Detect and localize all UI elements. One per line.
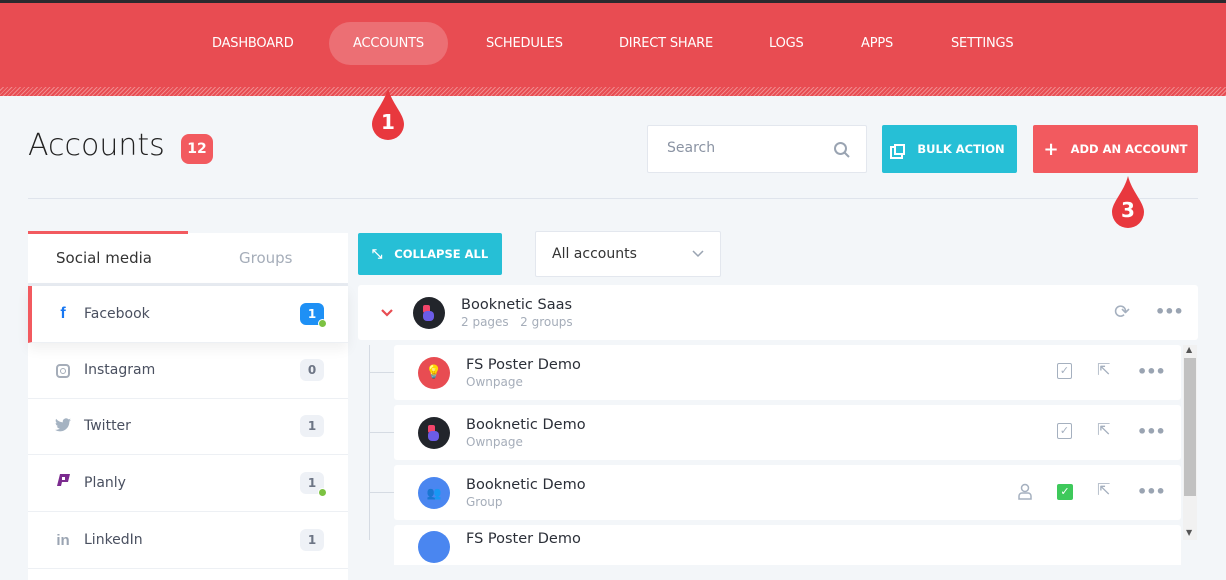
account-row[interactable]: 👥 Booknetic Demo Group ✓ ⇱ ••• [394,465,1181,520]
twitter-icon [50,417,76,436]
sidebar-item-facebook[interactable]: f Facebook 1 [28,286,348,343]
nav-dashboard[interactable]: DASHBOARD [188,22,318,65]
account-type: Group [466,494,503,509]
checkbox-icon[interactable]: ✓ [1057,423,1072,439]
copy-icon [894,143,906,155]
external-link-icon[interactable]: ⇱ [1097,480,1110,499]
account-type: Ownpage [466,434,523,449]
divider [28,198,1198,199]
sidebar-item-planly[interactable]: Planly 1 [28,455,348,512]
account-group-row[interactable]: Booknetic Saas 2 pages 2 groups ⟳ ••• [358,285,1198,340]
account-row[interactable]: 💡 FS Poster Demo Ownpage ✓ ⇱ ••• [394,345,1181,400]
external-link-icon[interactable]: ⇱ [1097,420,1110,439]
account-avatar [418,531,450,563]
nav-settings[interactable]: SETTINGS [927,22,1037,65]
annotation-marker-3: 3 [1110,176,1146,228]
account-name: Booknetic Demo [466,416,586,433]
sidebar-item-twitter[interactable]: Twitter 1 [28,398,348,455]
pages-count: 2 pages [461,314,509,329]
group-avatar: 👥 [418,476,450,509]
bulk-action-label: BULK ACTION [917,142,1005,156]
planly-icon [50,473,76,493]
account-name: Booknetic Demo [466,476,586,493]
nav-schedules[interactable]: SCHEDULES [462,22,587,65]
checkbox-icon[interactable]: ✓ [1057,363,1072,379]
groups-count: 2 groups [520,314,573,329]
sidebar-item-label: Planly [84,475,126,491]
linkedin-icon: in [56,531,70,549]
external-link-icon[interactable]: ⇱ [1097,360,1110,379]
nav-logs[interactable]: LOGS [745,22,828,65]
count-badge: 1 [300,303,327,328]
search-box[interactable] [647,125,867,173]
account-name: FS Poster Demo [466,531,581,547]
scroll-up-arrow[interactable]: ▲ [1186,345,1192,354]
accounts-filter-select[interactable]: All accounts [535,231,721,277]
sidebar-item-label: Twitter [84,418,131,434]
search-input[interactable] [667,140,827,156]
account-row[interactable]: Booknetic Demo Ownpage ✓ ⇱ ••• [394,405,1181,460]
sidebar-item-label: Instagram [84,362,156,378]
nav-direct-share[interactable]: DIRECT SHARE [595,22,737,65]
add-account-button[interactable]: + ADD AN ACCOUNT [1033,125,1198,173]
scroll-down-arrow[interactable]: ▼ [1186,528,1192,537]
tab-social-media[interactable]: Social media [56,233,152,283]
nav-apps[interactable]: APPS [837,22,917,65]
account-type: Ownpage [466,374,523,389]
plus-icon: + [1043,138,1059,160]
navbar-pattern [0,87,1226,96]
online-dot [318,319,327,328]
chevron-down-icon[interactable] [381,308,393,317]
collapse-icon: ⤡ [371,246,383,262]
account-row[interactable]: FS Poster Demo [394,525,1181,565]
booknetic-avatar [413,296,445,329]
account-count-badge: 12 [181,134,213,164]
nav-accounts[interactable]: ACCOUNTS [329,22,448,65]
booknetic-avatar [418,416,450,449]
count-badge: 1 [300,472,327,497]
sidebar-item-linkedin[interactable]: in LinkedIn 1 [28,512,348,569]
checked-checkbox-icon[interactable]: ✓ [1057,484,1073,500]
count-badge: 1 [300,415,324,437]
group-name: Booknetic Saas [461,296,573,313]
count-badge: 0 [300,359,324,381]
collapse-all-label: COLLAPSE ALL [394,247,489,261]
account-name: FS Poster Demo [466,356,581,373]
online-dot [318,488,327,497]
more-options-icon[interactable]: ••• [1137,362,1166,381]
sidebar-item-label: Facebook [84,306,150,322]
filter-value: All accounts [552,246,637,262]
search-icon[interactable] [833,141,851,159]
more-options-icon[interactable]: ••• [1137,482,1166,501]
scrollbar-thumb[interactable] [1184,358,1196,496]
tab-groups[interactable]: Groups [239,233,292,283]
annotation-marker-1: 1 [370,88,406,140]
more-options-icon[interactable]: ••• [1137,422,1166,441]
add-account-label: ADD AN ACCOUNT [1070,142,1188,156]
count-badge: 1 [300,529,324,551]
page-title: Accounts [28,128,165,163]
sidebar-item-instagram[interactable]: Instagram 0 [28,342,348,399]
more-options-icon[interactable]: ••• [1155,302,1184,321]
user-icon[interactable] [1018,483,1032,500]
collapse-all-button[interactable]: ⤡ COLLAPSE ALL [358,233,502,275]
chevron-down-icon [692,250,704,258]
fs-poster-avatar: 💡 [418,356,450,389]
instagram-icon [50,361,76,380]
bulk-action-button[interactable]: BULK ACTION [882,125,1017,173]
refresh-icon[interactable]: ⟳ [1114,301,1130,323]
facebook-icon: f [60,305,66,322]
child-accounts-list: 💡 FS Poster Demo Ownpage ✓ ⇱ ••• Bookneti… [358,345,1183,565]
sidebar-item-label: LinkedIn [84,532,143,548]
